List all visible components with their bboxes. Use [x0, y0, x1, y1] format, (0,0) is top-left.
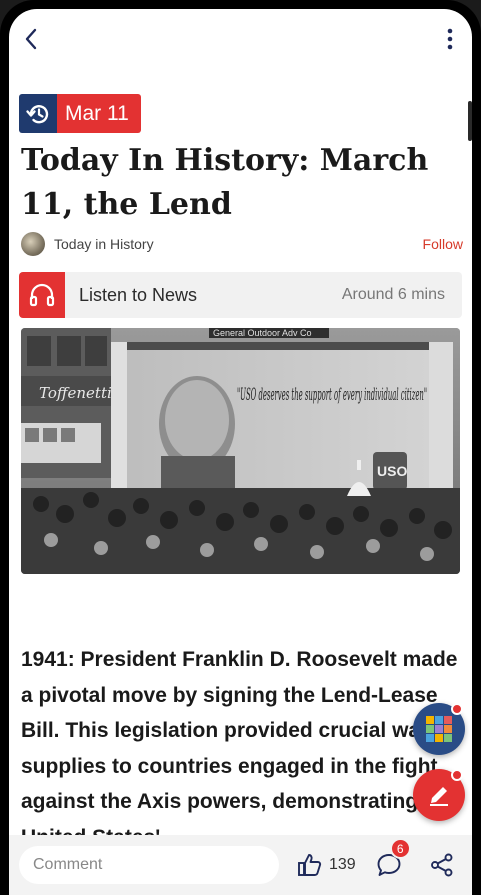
grid-icon: [426, 716, 452, 742]
phone-frame: Mar 11 Today In History: March 11, the L…: [0, 0, 481, 895]
share-button[interactable]: [428, 851, 456, 879]
comment-input[interactable]: [19, 846, 279, 884]
share-icon: [430, 853, 453, 877]
avatar[interactable]: [21, 232, 45, 256]
edit-fab-button[interactable]: [413, 769, 465, 821]
like-button[interactable]: 139: [297, 852, 356, 878]
date-tag: Mar 11: [19, 94, 141, 133]
author-row: Today in History Follow: [21, 232, 463, 256]
headphones-icon: [19, 272, 65, 318]
chevron-left-icon: [25, 28, 37, 50]
uso-shield-text: USO: [377, 463, 407, 479]
comments-button[interactable]: 6: [374, 838, 411, 880]
grid-fab-button[interactable]: [413, 703, 465, 755]
pencil-icon: [430, 787, 448, 806]
author-name[interactable]: Today in History: [54, 236, 154, 252]
follow-button[interactable]: Follow: [423, 236, 463, 252]
billboard-quote: "USO deserves the support of every indiv…: [237, 385, 427, 405]
article-body: 1941: President Franklin D. Roosevelt ma…: [21, 648, 458, 849]
date-label: Mar 11: [57, 94, 141, 133]
bottom-action-bar: 139 6: [9, 835, 472, 895]
notification-dot: [451, 769, 463, 781]
thumbs-up-icon: [298, 854, 322, 876]
scroll-indicator[interactable]: [468, 101, 472, 141]
listen-label: Listen to News: [79, 284, 198, 305]
more-options-button[interactable]: [436, 25, 464, 53]
vertical-dots-icon: [447, 28, 453, 50]
comment-count-badge: 6: [389, 838, 411, 859]
article-title: Today In History: March 11, the Lend: [21, 143, 429, 222]
article-image[interactable]: Toffenetti General Outdoor Adv Co "USO d…: [21, 328, 460, 574]
back-button[interactable]: [17, 25, 45, 53]
screen: Mar 11 Today In History: March 11, the L…: [9, 9, 472, 895]
like-count: 139: [329, 856, 356, 873]
listen-duration: Around 6 mins: [341, 286, 445, 303]
notification-dot: [451, 703, 463, 715]
listen-to-news-bar[interactable]: Listen to News Around 6 mins: [19, 272, 462, 318]
top-bar: [9, 9, 472, 65]
store-sign: Toffenetti: [39, 384, 112, 402]
ad-company-sign: General Outdoor Adv Co: [213, 328, 312, 338]
history-icon: [19, 94, 57, 133]
